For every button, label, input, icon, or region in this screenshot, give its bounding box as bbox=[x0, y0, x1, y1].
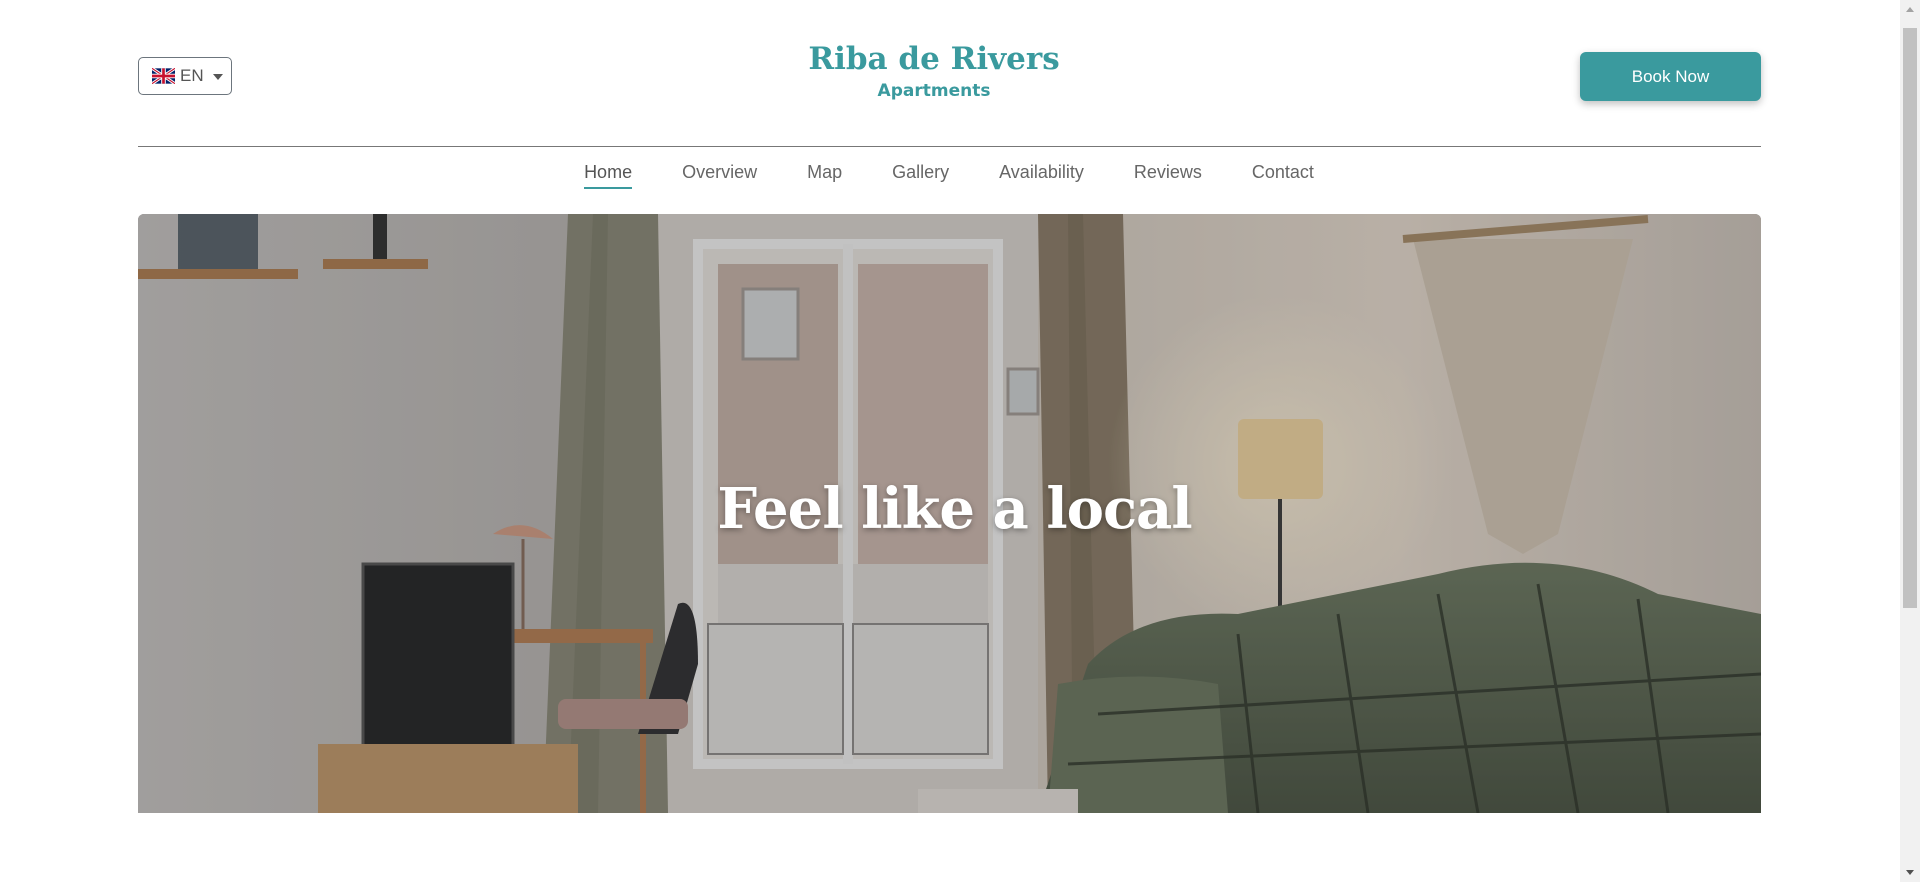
book-now-button[interactable]: Book Now bbox=[1580, 52, 1761, 101]
hero-banner: Feel like a local bbox=[138, 214, 1761, 813]
nav-map[interactable]: Map bbox=[807, 162, 842, 189]
page-scrollbar[interactable] bbox=[1900, 0, 1920, 882]
nav-availability[interactable]: Availability bbox=[999, 162, 1084, 189]
hero-title: Feel like a local bbox=[717, 476, 1192, 542]
nav-home[interactable]: Home bbox=[584, 162, 633, 189]
nav-gallery[interactable]: Gallery bbox=[892, 162, 949, 189]
page: EN Riba de Rivers Apartments Book Now Ho… bbox=[0, 0, 1900, 882]
nav-reviews[interactable]: Reviews bbox=[1134, 162, 1202, 189]
nav-contact[interactable]: Contact bbox=[1252, 162, 1314, 189]
main-nav: Home Overview Map Gallery Availability R… bbox=[0, 162, 1898, 189]
scrollbar-thumb[interactable] bbox=[1903, 28, 1917, 608]
header-divider bbox=[138, 146, 1761, 147]
scroll-up-arrow-icon[interactable] bbox=[1906, 7, 1914, 12]
nav-overview[interactable]: Overview bbox=[682, 162, 757, 189]
scroll-down-arrow-icon[interactable] bbox=[1906, 870, 1914, 875]
